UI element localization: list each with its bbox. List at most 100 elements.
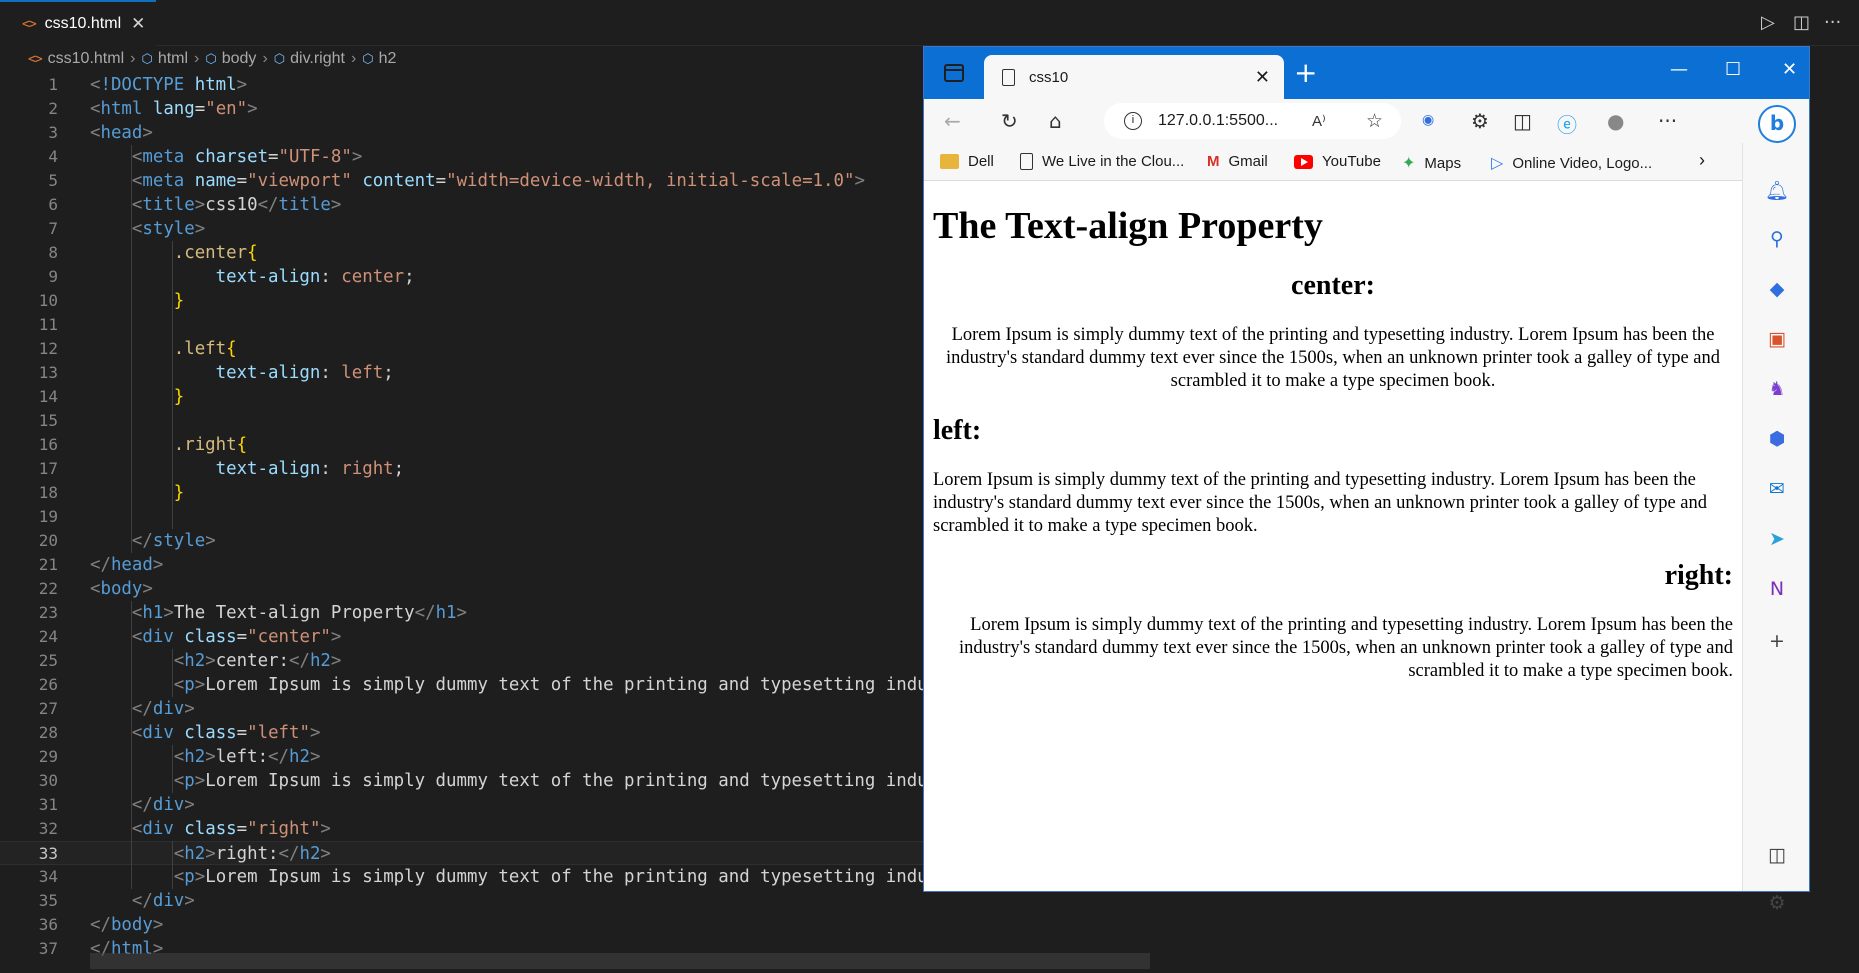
horizontal-scrollbar[interactable]	[90, 953, 1150, 969]
refresh-icon[interactable]: ↻	[1001, 109, 1018, 133]
code-text: </body>	[90, 915, 164, 935]
code-text: <!DOCTYPE html>	[90, 75, 248, 95]
code-line[interactable]: 31 </div>	[0, 793, 930, 817]
more-actions-icon[interactable]: ···	[1824, 12, 1841, 33]
code-line[interactable]: 17 text-align: right;	[0, 457, 930, 481]
site-info-icon[interactable]: i	[1124, 112, 1142, 130]
extension-icon[interactable]: ◉	[1422, 112, 1434, 128]
tab-actions-icon[interactable]	[944, 64, 964, 82]
favorite-we-live[interactable]: We Live in the Clou...	[1020, 153, 1184, 170]
browser-tab[interactable]: css10 ✕	[984, 55, 1284, 99]
code-line[interactable]: 27 </div>	[0, 697, 930, 721]
split-screen-icon[interactable]: ◫	[1513, 109, 1532, 133]
code-text: <p>Lorem Ipsum is simply dummy text of t…	[173, 771, 1001, 791]
play-icon: ▷	[1491, 155, 1504, 172]
new-tab-icon[interactable]: +	[1294, 56, 1317, 89]
code-line[interactable]: 33 <h2>right:</h2>	[0, 841, 930, 865]
favorite-gmail[interactable]: M Gmail	[1207, 153, 1268, 170]
code-line[interactable]: 1 <!DOCTYPE html>	[0, 73, 930, 97]
code-line[interactable]: 15	[0, 409, 930, 433]
copilot-icon[interactable]: ⬢	[1765, 427, 1789, 451]
toolbox-icon[interactable]: ▣	[1765, 327, 1789, 351]
read-aloud-icon[interactable]: A⁾	[1312, 112, 1326, 130]
code-line[interactable]: 20 </style>	[0, 529, 930, 553]
code-line[interactable]: 19	[0, 505, 930, 529]
close-window-icon[interactable]: ✕	[1782, 59, 1797, 80]
code-line[interactable]: 23 <h1>The Text-align Property</h1>	[0, 601, 930, 625]
close-tab-icon[interactable]: ✕	[1255, 67, 1270, 88]
minimize-icon[interactable]: —	[1670, 59, 1688, 80]
home-icon[interactable]: ⌂	[1049, 109, 1062, 133]
code-line[interactable]: 35 </div>	[0, 889, 930, 913]
favorite-star-icon[interactable]: ☆	[1366, 110, 1383, 133]
code-line[interactable]: 5 <meta name="viewport" content="width=d…	[0, 169, 930, 193]
gmail-icon: M	[1207, 153, 1220, 170]
code-line[interactable]: 3 <head>	[0, 121, 930, 145]
profile-avatar-icon[interactable]: ●	[1607, 109, 1624, 133]
chevron-right-icon[interactable]: ›	[1699, 150, 1705, 171]
code-line[interactable]: 18 }	[0, 481, 930, 505]
code-line[interactable]: 24 <div class="center">	[0, 625, 930, 649]
code-line[interactable]: 30 <p>Lorem Ipsum is simply dummy text o…	[0, 769, 1001, 793]
code-line[interactable]: 36 </body>	[0, 913, 930, 937]
search-icon[interactable]: ⚲	[1765, 227, 1789, 251]
code-line[interactable]: 4 <meta charset="UTF-8">	[0, 145, 930, 169]
code-line[interactable]: 2 <html lang="en">	[0, 97, 930, 121]
tag-icon[interactable]: ◆	[1765, 277, 1789, 301]
edge-icon[interactable]: ⓔ	[1557, 109, 1577, 138]
settings-more-icon[interactable]: ···	[1658, 109, 1677, 133]
onenote-icon[interactable]: N	[1765, 577, 1789, 601]
extensions-icon[interactable]: ⚙	[1471, 109, 1489, 133]
close-icon[interactable]: ✕	[131, 14, 145, 34]
add-icon[interactable]: +	[1765, 629, 1789, 653]
code-line[interactable]: 32 <div class="right">	[0, 817, 930, 841]
code-line[interactable]: 16 .right{	[0, 433, 930, 457]
code-line[interactable]: 29 <h2>left:</h2>	[0, 745, 930, 769]
code-editor[interactable]: 1 <!DOCTYPE html> 2 <html lang="en"> 3 <head>…	[0, 73, 1001, 959]
code-line[interactable]: 10 }	[0, 289, 930, 313]
code-line[interactable]: 7 <style>	[0, 217, 930, 241]
code-line[interactable]: 8 .center{	[0, 241, 930, 265]
drop-icon[interactable]: ➤	[1765, 527, 1789, 551]
favorite-maps[interactable]: ✦ Maps	[1402, 153, 1461, 173]
bell-icon[interactable]: 🔔︎	[1765, 179, 1789, 203]
line-number: 29	[38, 747, 58, 766]
split-editor-icon[interactable]: ◫	[1793, 12, 1810, 33]
run-icon[interactable]: ▷	[1761, 12, 1775, 33]
maximize-icon[interactable]: ☐	[1725, 59, 1741, 80]
line-number: 21	[38, 555, 58, 574]
line-number: 1	[48, 75, 58, 94]
code-line[interactable]: 22 <body>	[0, 577, 930, 601]
sidebar-toggle-icon[interactable]: ◫	[1765, 843, 1789, 867]
code-line[interactable]: 25 <h2>center:</h2>	[0, 649, 930, 673]
code-line[interactable]: 13 text-align: left;	[0, 361, 930, 385]
favorite-youtube[interactable]: YouTube	[1294, 153, 1381, 170]
code-line[interactable]: 21 </head>	[0, 553, 930, 577]
line-number: 19	[38, 507, 58, 526]
favorite-online-video[interactable]: ▷ Online Video, Logo...	[1491, 153, 1652, 173]
cube-icon: ⬡	[141, 51, 153, 66]
breadcrumb-div-right[interactable]: ⬡ div.right	[274, 50, 345, 68]
breadcrumb-body[interactable]: ⬡ body	[205, 50, 256, 68]
editor-tab-css10[interactable]: <> css10.html ✕	[0, 0, 156, 46]
back-icon[interactable]: ←	[944, 109, 961, 133]
breadcrumb-html[interactable]: ⬡ html	[141, 50, 188, 68]
code-line[interactable]: 11	[0, 313, 930, 337]
code-line[interactable]: 34 <p>Lorem Ipsum is simply dummy text o…	[0, 865, 1001, 889]
code-line[interactable]: 9 text-align: center;	[0, 265, 930, 289]
breadcrumb-h2[interactable]: ⬡ h2	[362, 50, 396, 68]
code-text: text-align: center;	[215, 267, 415, 287]
code-line[interactable]: 26 <p>Lorem Ipsum is simply dummy text o…	[0, 673, 1001, 697]
code-line[interactable]: 14 }	[0, 385, 930, 409]
outlook-icon[interactable]: ✉	[1765, 477, 1789, 501]
code-line[interactable]: 12 .left{	[0, 337, 930, 361]
code-line[interactable]: 6 <title>css10</title>	[0, 193, 930, 217]
games-icon[interactable]: ♞	[1765, 377, 1789, 401]
center-paragraph: Lorem Ipsum is simply dummy text of the …	[946, 325, 1720, 391]
bing-copilot-icon[interactable]: b	[1758, 105, 1796, 143]
address-bar[interactable]: i 127.0.0.1:5500... A⁾ ☆	[1104, 103, 1401, 139]
gear-icon[interactable]: ⚙	[1765, 891, 1789, 915]
code-line[interactable]: 28 <div class="left">	[0, 721, 930, 745]
breadcrumb-file[interactable]: <> css10.html	[28, 50, 124, 68]
favorite-dell[interactable]: Dell	[940, 153, 994, 170]
